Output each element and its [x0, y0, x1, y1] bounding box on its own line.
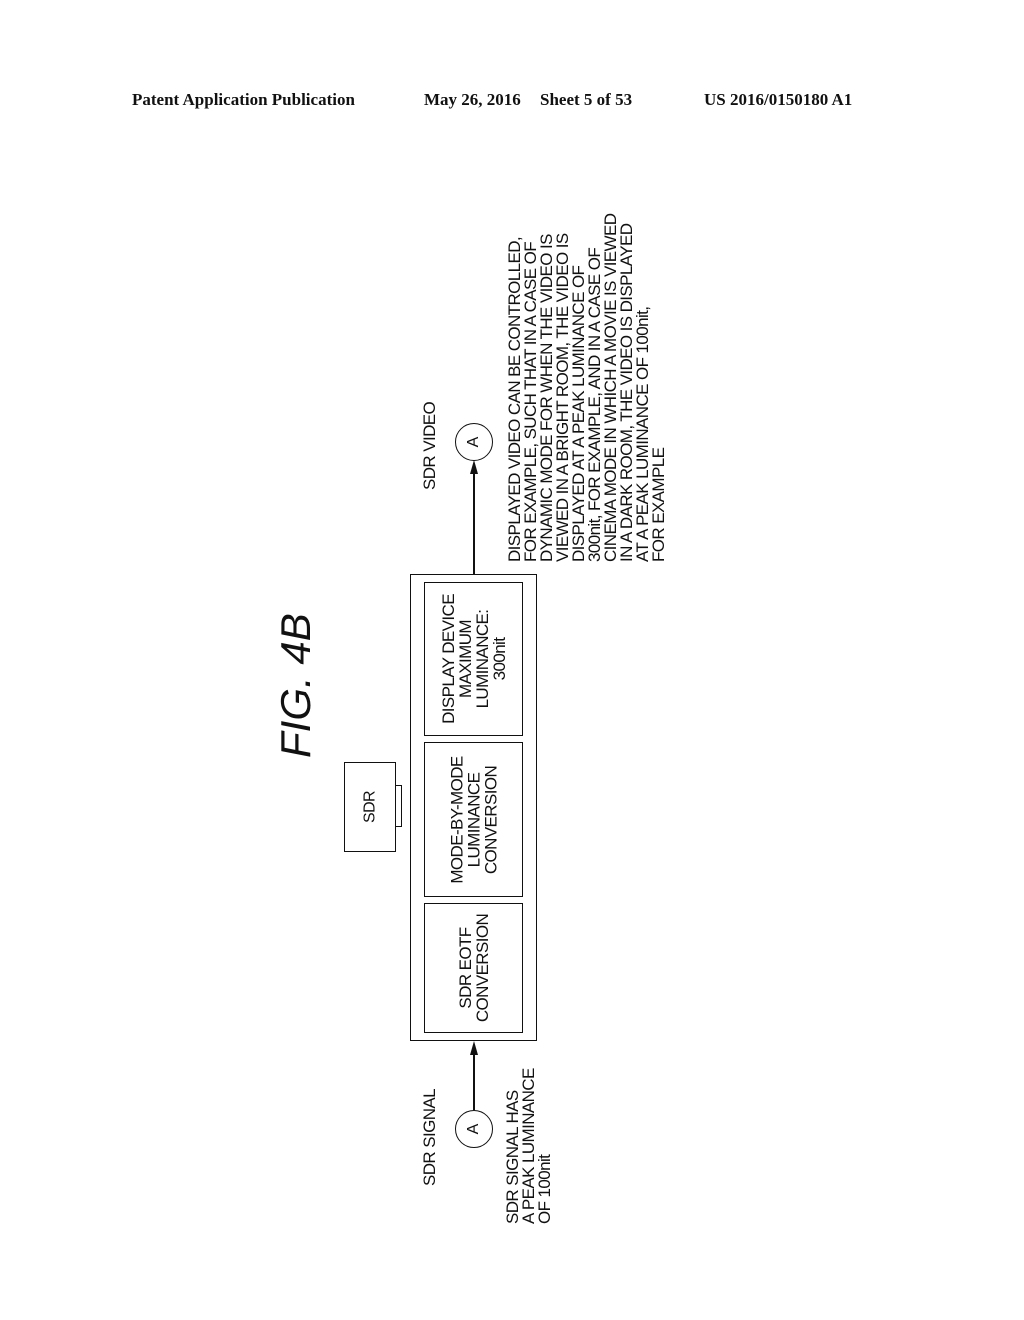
input-note-line-3: OF 100nit — [535, 1154, 554, 1224]
block-display-line-1: DISPLAY DEVICE — [438, 594, 458, 724]
block-sdr-eotf-conversion: SDR EOTF CONVERSION — [424, 903, 523, 1033]
output-note: DISPLAYED VIDEO CAN BE CONTROLLED, FOR E… — [505, 214, 668, 562]
header-date: May 26, 2016 — [424, 90, 521, 109]
block-eotf-line-2: CONVERSION — [472, 913, 492, 1023]
sdr-source-tab — [395, 785, 402, 827]
output-arrow-line — [473, 472, 475, 574]
input-arrow-head — [470, 1041, 478, 1055]
block-mode-line-3: CONVERSION — [481, 765, 500, 874]
block-display-line-4: 300nit — [489, 637, 509, 681]
input-note: SDR SIGNAL HAS A PEAK LUMINANCE OF 100ni… — [503, 1068, 554, 1224]
header-patent-number: US 2016/0150180 A1 — [704, 90, 853, 109]
block-display-line-2: MAXIMUM — [455, 620, 475, 698]
block-mode-line-1: MODE-BY-MODE — [447, 755, 466, 884]
block-mode-by-mode-conversion: MODE-BY-MODE LUMINANCE CONVERSION — [424, 742, 523, 897]
sdr-source-box: SDR — [344, 762, 396, 852]
input-connector: A — [455, 1110, 493, 1148]
output-connector-label: A — [465, 436, 482, 448]
output-note-line-10: FOR EXAMPLE — [649, 447, 668, 562]
output-arrow-head — [470, 460, 478, 474]
block-display-max-luminance: DISPLAY DEVICE MAXIMUM LUMINANCE: 300nit — [424, 582, 523, 736]
input-connector-label: A — [465, 1123, 482, 1135]
block-mode-line-2: LUMINANCE — [464, 772, 483, 867]
figure-title: FIG. 4B — [272, 613, 319, 758]
header-publication: Patent Application Publication — [132, 90, 355, 109]
sdr-source-label: SDR — [361, 791, 379, 823]
output-label: SDR VIDEO — [420, 401, 439, 490]
header-sheet: Sheet 5 of 53 — [540, 90, 633, 109]
input-label: SDR SIGNAL — [420, 1089, 439, 1186]
block-display-line-3: LUMINANCE: — [472, 609, 492, 709]
input-arrow-line — [473, 1052, 475, 1110]
output-connector: A — [455, 423, 493, 461]
block-eotf-line-1: SDR EOTF — [455, 927, 475, 1009]
